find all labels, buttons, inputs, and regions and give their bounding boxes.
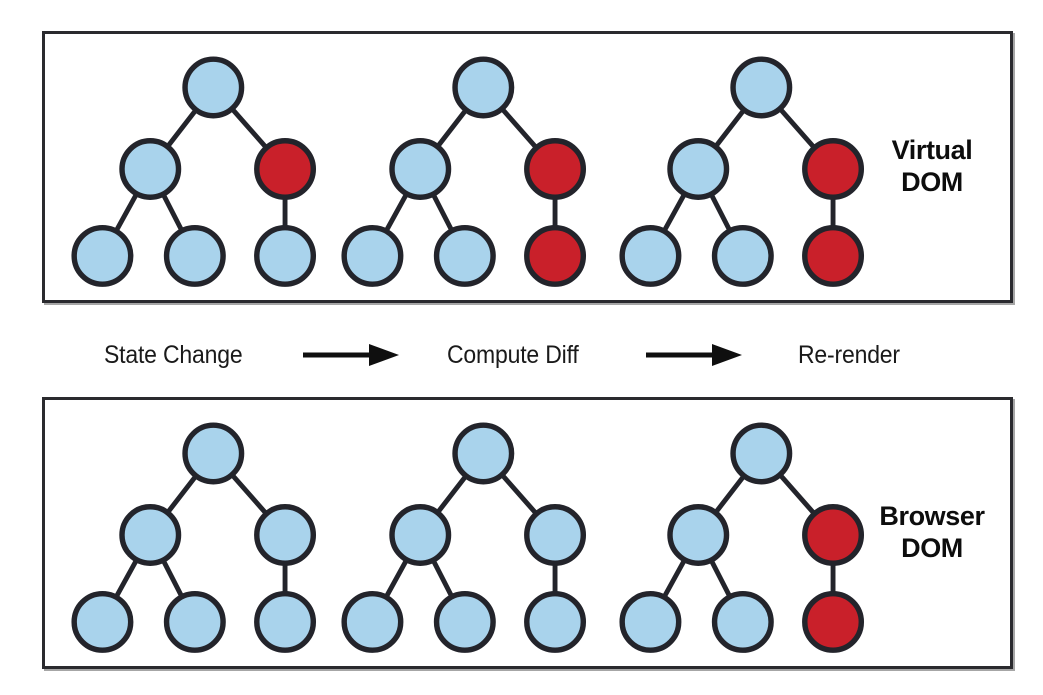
tree-virtual-dom-2	[615, 44, 875, 294]
tree-node-blue	[619, 590, 682, 653]
tree-node-red	[524, 138, 587, 200]
flow-step-re-render: Re-render	[797, 340, 900, 369]
tree-browser-dom-2	[615, 410, 875, 660]
tree-node-blue	[667, 138, 730, 200]
tree-graphic	[71, 56, 317, 287]
tree-node-blue	[182, 422, 245, 485]
tree-node-blue	[433, 590, 496, 653]
tree-node-blue	[433, 224, 496, 287]
tree-node-blue	[619, 224, 682, 287]
tree-graphic	[341, 422, 587, 653]
tree-virtual-dom-1	[337, 44, 597, 294]
tree-browser-dom-1	[337, 410, 597, 660]
tree-node-blue	[667, 504, 730, 566]
tree-graphic	[619, 422, 865, 653]
tree-node-red	[254, 138, 317, 200]
panel-browser-dom: Browser DOM	[42, 397, 1013, 669]
tree-node-blue	[254, 224, 317, 287]
flow-step-compute-diff: Compute Diff	[446, 340, 579, 369]
virtual-dom-diagram: Virtual DOM State Change Compute Diff Re…	[0, 0, 1043, 695]
tree-node-red	[802, 138, 865, 200]
tree-node-blue	[119, 504, 182, 566]
panel-label-line-2: DOM	[901, 167, 963, 197]
panel-label-line-2: DOM	[901, 533, 963, 563]
tree-virtual-dom-0	[67, 44, 327, 294]
panel-label-line-1: Browser	[879, 501, 985, 532]
flow-step-state-change: State Change	[104, 340, 243, 369]
tree-node-red	[802, 504, 865, 566]
tree-node-blue	[163, 224, 226, 287]
tree-node-red	[802, 590, 865, 653]
panel-label-browser-dom: Browser DOM	[862, 501, 1002, 565]
tree-node-blue	[389, 138, 452, 200]
tree-node-blue	[119, 138, 182, 200]
tree-node-blue	[341, 590, 404, 653]
tree-node-red	[802, 224, 865, 287]
tree-node-red	[524, 224, 587, 287]
right-arrow-icon-1	[302, 342, 399, 368]
tree-node-blue	[71, 224, 134, 287]
tree-graphic	[341, 56, 587, 287]
tree-node-blue	[254, 504, 317, 566]
tree-node-blue	[730, 56, 793, 119]
panel-label-virtual-dom: Virtual DOM	[862, 135, 1002, 199]
tree-node-blue	[163, 590, 226, 653]
panel-label-line-1: Virtual	[891, 135, 973, 166]
tree-node-blue	[711, 590, 774, 653]
tree-browser-dom-0	[67, 410, 327, 660]
tree-node-blue	[730, 422, 793, 485]
tree-node-blue	[452, 56, 515, 119]
right-arrow-icon-2	[645, 342, 742, 368]
tree-node-blue	[341, 224, 404, 287]
process-flow-row: State Change Compute Diff Re-render	[42, 324, 1013, 386]
tree-node-blue	[71, 590, 134, 653]
tree-node-blue	[254, 590, 317, 653]
tree-node-blue	[711, 224, 774, 287]
tree-node-blue	[182, 56, 245, 119]
tree-node-blue	[524, 504, 587, 566]
tree-graphic	[71, 422, 317, 653]
tree-node-blue	[524, 590, 587, 653]
tree-node-blue	[389, 504, 452, 566]
panel-virtual-dom: Virtual DOM	[42, 31, 1013, 303]
tree-node-blue	[452, 422, 515, 485]
tree-graphic	[619, 56, 865, 287]
